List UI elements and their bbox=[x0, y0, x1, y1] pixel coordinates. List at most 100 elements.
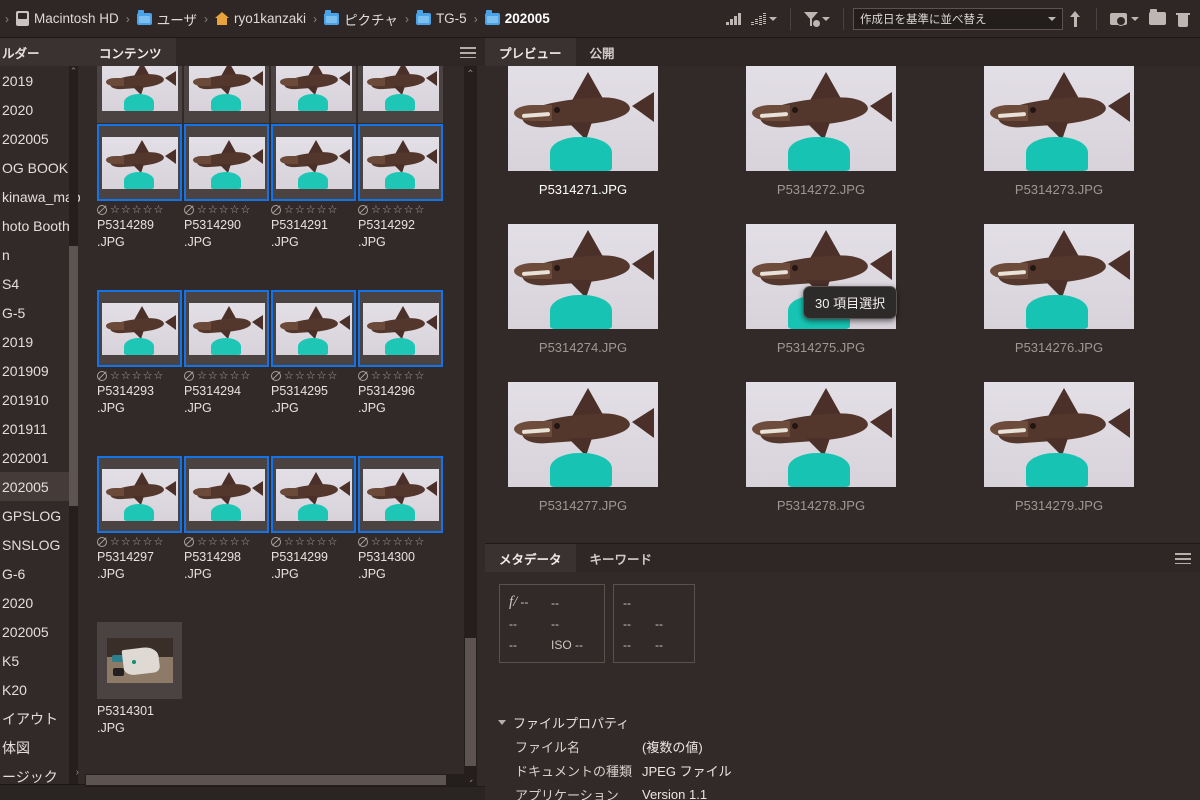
rating-star[interactable]: ☆ bbox=[382, 204, 392, 216]
rating-row[interactable]: ☆ ☆ ☆ ☆ ☆ bbox=[271, 533, 356, 549]
thumbnail-cell[interactable]: ☆ ☆ ☆ ☆ ☆ P5314297 .JPG bbox=[97, 456, 182, 583]
thumbnail-box[interactable] bbox=[184, 124, 269, 201]
sidebar-item-20[interactable]: K5 bbox=[0, 646, 78, 675]
rating-star[interactable]: ☆ bbox=[371, 204, 381, 216]
rating-star[interactable]: ☆ bbox=[208, 370, 218, 382]
rating-star[interactable]: ☆ bbox=[219, 204, 229, 216]
rating-star[interactable]: ☆ bbox=[317, 204, 327, 216]
rating-row[interactable]: ☆ ☆ ☆ ☆ ☆ bbox=[358, 533, 443, 549]
breadcrumb-item-1[interactable]: ユーザ bbox=[133, 0, 201, 37]
rating-star[interactable]: ☆ bbox=[404, 536, 414, 548]
rating-star[interactable]: ☆ bbox=[284, 204, 294, 216]
rating-star[interactable]: ☆ bbox=[143, 370, 153, 382]
preview-image[interactable] bbox=[746, 382, 896, 487]
rating-star[interactable]: ☆ bbox=[230, 204, 240, 216]
preview-image[interactable] bbox=[984, 382, 1134, 487]
sidebar-item-14[interactable]: 202005 bbox=[0, 472, 78, 501]
rating-star[interactable]: ☆ bbox=[393, 536, 403, 548]
rating-star[interactable]: ☆ bbox=[404, 204, 414, 216]
preview-tab-1[interactable]: 公開 bbox=[576, 38, 629, 66]
rating-star[interactable]: ☆ bbox=[317, 370, 327, 382]
sidebar-scrollbar[interactable] bbox=[69, 66, 78, 800]
rating-star[interactable]: ☆ bbox=[154, 370, 164, 382]
sidebar-item-7[interactable]: S4 bbox=[0, 269, 78, 298]
rating-stairs-dropdown-icon[interactable] bbox=[747, 9, 781, 28]
sidebar-item-22[interactable]: イアウト bbox=[0, 704, 78, 733]
thumbnail-box[interactable] bbox=[97, 456, 182, 533]
tab-content[interactable]: コンテンツ bbox=[85, 38, 176, 66]
rating-star[interactable]: ☆ bbox=[393, 204, 403, 216]
preview-cell[interactable]: P5314278.JPG bbox=[746, 382, 971, 513]
rating-star[interactable]: ☆ bbox=[132, 370, 142, 382]
sidebar-item-21[interactable]: K20 bbox=[0, 675, 78, 704]
rating-star[interactable]: ☆ bbox=[241, 536, 251, 548]
thumbnail-box[interactable] bbox=[271, 124, 356, 201]
metadata-tab-1[interactable]: キーワード bbox=[576, 544, 667, 572]
funnel-filter-icon[interactable] bbox=[800, 9, 834, 29]
rating-star[interactable]: ☆ bbox=[404, 370, 414, 382]
sidebar-item-3[interactable]: OG BOOK bbox=[0, 153, 78, 182]
thumbnail-box[interactable] bbox=[358, 66, 443, 123]
rating-row[interactable]: ☆ ☆ ☆ ☆ ☆ bbox=[358, 201, 443, 217]
sidebar-item-4[interactable]: kinawa_map bbox=[0, 182, 81, 211]
preview-image[interactable] bbox=[508, 224, 658, 329]
rating-star[interactable]: ☆ bbox=[154, 204, 164, 216]
rating-row[interactable]: ☆ ☆ ☆ ☆ ☆ bbox=[184, 533, 269, 549]
thumbnail-box[interactable] bbox=[271, 66, 356, 123]
reject-circle-slash-icon[interactable] bbox=[97, 371, 107, 381]
rating-star[interactable]: ☆ bbox=[121, 370, 131, 382]
rating-star[interactable]: ☆ bbox=[306, 204, 316, 216]
sidebar-item-10[interactable]: 201909 bbox=[0, 356, 78, 385]
rating-star[interactable]: ☆ bbox=[306, 370, 316, 382]
sidebar-item-0[interactable]: 2019 bbox=[0, 66, 78, 95]
rating-star[interactable]: ☆ bbox=[143, 204, 153, 216]
rating-star[interactable]: ☆ bbox=[219, 536, 229, 548]
rating-star[interactable]: ☆ bbox=[284, 536, 294, 548]
content-thumbnail-grid[interactable]: P5314285 .JPG P5314286 .JPG P5314287 .JP… bbox=[85, 66, 470, 788]
sidebar-item-18[interactable]: 2020 bbox=[0, 588, 78, 617]
thumbnail-box[interactable] bbox=[358, 124, 443, 201]
thumbnail-box[interactable] bbox=[271, 456, 356, 533]
rating-star[interactable]: ☆ bbox=[219, 370, 229, 382]
rating-row[interactable]: ☆ ☆ ☆ ☆ ☆ bbox=[97, 533, 182, 549]
rating-star[interactable]: ☆ bbox=[306, 536, 316, 548]
thumbnail-cell[interactable]: ☆ ☆ ☆ ☆ ☆ P5314298 .JPG bbox=[184, 456, 269, 583]
rating-star[interactable]: ☆ bbox=[415, 204, 425, 216]
thumbnail-box[interactable] bbox=[184, 66, 269, 123]
disclosure-triangle-icon[interactable] bbox=[498, 719, 506, 725]
breadcrumb-item-2[interactable]: ryo1kanzaki bbox=[211, 0, 310, 37]
preview-cell[interactable]: P5314277.JPG bbox=[508, 382, 733, 513]
chevron-up-icon[interactable]: ⌃ bbox=[69, 66, 78, 77]
rating-star[interactable]: ☆ bbox=[132, 204, 142, 216]
rating-star[interactable]: ☆ bbox=[197, 204, 207, 216]
reject-circle-slash-icon[interactable] bbox=[184, 205, 194, 215]
rating-row[interactable]: ☆ ☆ ☆ ☆ ☆ bbox=[97, 201, 182, 217]
rating-row[interactable]: ☆ ☆ ☆ ☆ ☆ bbox=[358, 367, 443, 383]
thumbnail-cell[interactable]: ☆ ☆ ☆ ☆ ☆ P5314295 .JPG bbox=[271, 290, 356, 417]
preview-cell[interactable]: P5314276.JPG bbox=[984, 224, 1200, 355]
preview-cell[interactable]: P5314271.JPG bbox=[508, 66, 733, 197]
chevron-up-icon[interactable]: ⌃ bbox=[464, 68, 477, 81]
sidebar-item-13[interactable]: 202001 bbox=[0, 443, 78, 472]
rating-star[interactable]: ☆ bbox=[110, 370, 120, 382]
rating-star[interactable]: ☆ bbox=[230, 536, 240, 548]
hamburger-menu-icon[interactable] bbox=[460, 47, 476, 58]
sidebar-item-17[interactable]: G-6 bbox=[0, 559, 78, 588]
rating-row[interactable]: ☆ ☆ ☆ ☆ ☆ bbox=[184, 367, 269, 383]
reject-circle-slash-icon[interactable] bbox=[358, 205, 368, 215]
rating-star[interactable]: ☆ bbox=[110, 536, 120, 548]
reject-circle-slash-icon[interactable] bbox=[97, 537, 107, 547]
reject-circle-slash-icon[interactable] bbox=[97, 205, 107, 215]
rating-row[interactable]: ☆ ☆ ☆ ☆ ☆ bbox=[271, 201, 356, 217]
reject-circle-slash-icon[interactable] bbox=[271, 205, 281, 215]
preview-cell[interactable]: P5314272.JPG bbox=[746, 66, 971, 197]
thumbnail-cell[interactable]: P5314301 .JPG bbox=[97, 622, 182, 737]
breadcrumb-item-4[interactable]: TG-5 bbox=[412, 0, 471, 37]
reject-circle-slash-icon[interactable] bbox=[358, 537, 368, 547]
sidebar-item-15[interactable]: GPSLOG bbox=[0, 501, 78, 530]
sidebar-item-12[interactable]: 201911 bbox=[0, 414, 78, 443]
rating-star[interactable]: ☆ bbox=[208, 204, 218, 216]
thumbnail-cell[interactable]: ☆ ☆ ☆ ☆ ☆ P5314296 .JPG bbox=[358, 290, 443, 417]
sidebar-folder-list[interactable]: 2019 2020 202005 OG BOOK kinawa_map hoto… bbox=[0, 66, 81, 800]
thumbnail-cell[interactable]: ☆ ☆ ☆ ☆ ☆ P5314291 .JPG bbox=[271, 124, 356, 251]
